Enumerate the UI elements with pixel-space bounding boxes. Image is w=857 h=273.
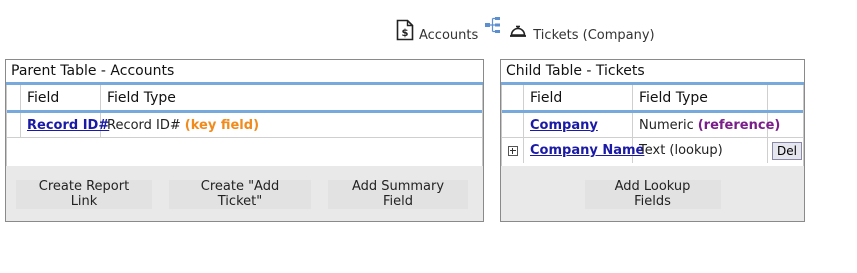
child-grid-header: Field Field Type	[502, 85, 803, 113]
parent-field-grid: Field Field Type Record ID# Record ID# (…	[6, 85, 483, 166]
create-add-ticket-button[interactable]: Create "Add Ticket"	[169, 179, 311, 209]
table-row: Record ID# Record ID# (key field)	[7, 113, 482, 138]
action-cell	[768, 113, 803, 137]
add-lookup-fields-button[interactable]: Add Lookup Fields	[584, 179, 721, 209]
child-field-grid: Field Field Type Company Numeric (refere…	[501, 85, 804, 166]
relationship-tree-icon	[484, 16, 502, 38]
field-type-cell: Record ID# (key field)	[101, 113, 477, 137]
relationship-header: $ Accounts Tickets (Company)	[396, 16, 655, 46]
parent-grid-header: Field Field Type	[7, 85, 482, 113]
svg-text:$: $	[402, 28, 409, 39]
table-row: Company Name Text (lookup) Del	[502, 138, 803, 163]
field-type-text: Record ID#	[107, 117, 181, 133]
field-type-cell: Text (lookup)	[633, 138, 768, 163]
field-type-cell: Numeric (reference)	[633, 113, 780, 137]
key-field-badge: (key field)	[184, 117, 260, 133]
service-bell-icon	[508, 20, 528, 44]
row-selector	[502, 113, 524, 137]
parent-table-panel: Parent Table - Accounts Field Field Type…	[5, 59, 484, 222]
dollar-document-icon: $	[396, 19, 414, 45]
field-type-text: Numeric	[639, 117, 694, 133]
child-panel-title: Child Table - Tickets	[501, 60, 804, 85]
column-header-field-type[interactable]: Field Type	[101, 85, 477, 110]
field-cell: Record ID#	[21, 113, 109, 137]
row-selector-header	[7, 85, 21, 110]
expand-plus-icon[interactable]	[507, 145, 518, 156]
parent-panel-title: Parent Table - Accounts	[6, 60, 483, 85]
child-button-bar: Add Lookup Fields	[501, 166, 804, 222]
row-selector	[502, 138, 524, 163]
field-cell: Company	[524, 113, 633, 137]
add-summary-field-button[interactable]: Add Summary Field	[328, 179, 468, 209]
child-table-heading: Tickets (Company)	[508, 20, 655, 44]
column-header-actions	[768, 85, 803, 110]
parent-button-bar: Create Report Link Create "Add Ticket" A…	[6, 166, 483, 222]
child-table-panel: Child Table - Tickets Field Field Type C…	[500, 59, 805, 222]
row-selector	[7, 113, 21, 137]
column-header-field[interactable]: Field	[21, 85, 101, 110]
field-cell: Company Name	[524, 138, 644, 163]
table-row: Company Numeric (reference)	[502, 113, 803, 138]
field-link-company-name[interactable]: Company Name	[530, 143, 644, 158]
parent-table-label: Accounts	[419, 27, 479, 43]
field-type-text: Text (lookup)	[639, 143, 723, 158]
column-header-field-type[interactable]: Field Type	[633, 85, 768, 110]
action-cell: Del	[768, 138, 803, 163]
row-selector-header	[502, 85, 524, 110]
field-link-record-id[interactable]: Record ID#	[27, 118, 109, 133]
parent-table-heading: $ Accounts	[396, 19, 478, 45]
delete-button[interactable]: Del	[772, 141, 802, 160]
create-report-link-button[interactable]: Create Report Link	[16, 179, 152, 209]
field-link-company[interactable]: Company	[530, 118, 598, 133]
child-table-label: Tickets (Company)	[533, 27, 655, 43]
column-header-field[interactable]: Field	[524, 85, 633, 110]
